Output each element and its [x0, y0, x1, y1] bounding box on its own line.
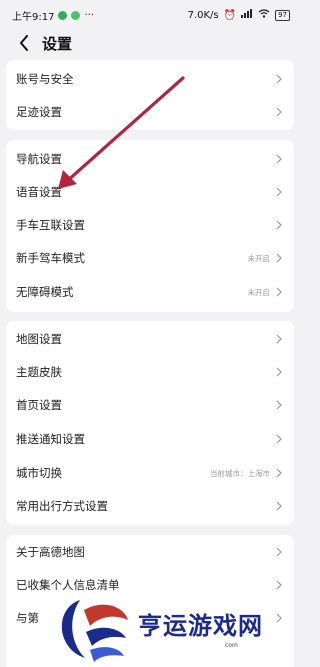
chevron-right-icon	[274, 219, 284, 231]
settings-row-map[interactable]: 地图设置	[6, 322, 294, 356]
row-label: 与第	[16, 611, 39, 625]
row-label: 首页设置	[16, 398, 62, 412]
chevron-right-icon	[274, 186, 284, 198]
settings-group-account: 账号与安全 足迹设置	[6, 60, 294, 130]
row-label: 常用出行方式设置	[16, 499, 108, 513]
chevron-right-icon	[274, 579, 284, 591]
settings-row-accessibility[interactable]: 无障碍模式 未开启	[6, 275, 294, 309]
settings-row-theme[interactable]: 主题皮肤	[6, 355, 294, 389]
settings-row-personal-info[interactable]: 已收集个人信息清单	[6, 568, 294, 602]
alarm-icon: ⏰	[223, 9, 237, 21]
settings-row-car-link[interactable]: 手车互联设置	[6, 208, 294, 242]
page-title: 设置	[42, 34, 73, 53]
wechat-notification-icon	[71, 10, 81, 20]
chevron-right-icon	[274, 252, 284, 264]
chevron-right-icon	[274, 467, 284, 479]
row-label: 新手驾车模式	[16, 251, 85, 265]
settings-group-about: 关于高德地图 已收集个人信息清单 与第	[6, 535, 294, 667]
chevron-right-icon	[274, 73, 284, 85]
chevron-left-icon	[20, 35, 28, 51]
row-label: 推送通知设置	[16, 432, 85, 446]
back-button[interactable]	[14, 33, 34, 53]
row-label: 关于高德地图	[16, 545, 85, 559]
settings-row-homepage[interactable]: 首页设置	[6, 388, 294, 422]
row-label: 主题皮肤	[16, 365, 62, 379]
row-value: 未开启	[247, 253, 271, 263]
chevron-right-icon	[274, 153, 284, 165]
settings-row-push[interactable]: 推送通知设置	[6, 422, 294, 456]
more-dots-icon: ···	[84, 9, 95, 21]
row-label: 账号与安全	[16, 72, 74, 86]
row-label: 城市切换	[16, 466, 62, 480]
settings-group-map: 地图设置 主题皮肤 首页设置 推送通知设置 城市切换 当前城市：上海市 常用出行…	[6, 321, 294, 525]
chevron-right-icon	[274, 500, 284, 512]
row-label: 已收集个人信息清单	[16, 578, 120, 592]
settings-row-travel-mode[interactable]: 常用出行方式设置	[6, 489, 294, 523]
network-speed: 7.0K/s	[187, 9, 219, 21]
row-label: 足迹设置	[16, 105, 62, 119]
chevron-right-icon	[274, 546, 284, 558]
settings-row-novice-driving[interactable]: 新手驾车模式 未开启	[6, 241, 294, 275]
row-label: 地图设置	[16, 332, 62, 346]
row-label: 手车互联设置	[16, 218, 85, 232]
settings-row-navigation[interactable]: 导航设置	[6, 142, 294, 176]
wifi-icon	[258, 9, 270, 21]
chevron-right-icon	[274, 399, 284, 411]
settings-row-third-party[interactable]: 与第	[6, 601, 294, 635]
settings-row-about[interactable]: 关于高德地图	[6, 535, 294, 569]
settings-row-city[interactable]: 城市切换 当前城市：上海市	[6, 456, 294, 490]
row-value: 当前城市：上海市	[210, 468, 270, 478]
row-value: 未开启	[247, 287, 271, 297]
chevron-right-icon	[274, 612, 284, 624]
settings-group-navigation: 导航设置 语音设置 手车互联设置 新手驾车模式 未开启 无障碍模式 未开启	[6, 140, 294, 312]
page-header: 设置	[0, 30, 300, 56]
battery-icon: 97	[275, 9, 290, 21]
status-time: 上午9:17	[12, 11, 55, 23]
chevron-right-icon	[274, 366, 284, 378]
settings-row-account-security[interactable]: 账号与安全	[6, 62, 294, 96]
row-label: 无障碍模式	[16, 285, 74, 299]
row-label: 导航设置	[16, 152, 62, 166]
chevron-right-icon	[274, 106, 284, 118]
settings-row-voice[interactable]: 语音设置	[6, 175, 294, 209]
chevron-right-icon	[274, 333, 284, 345]
app-notification-icon	[58, 10, 68, 20]
row-label: 语音设置	[16, 185, 62, 199]
chevron-right-icon	[274, 286, 284, 298]
chevron-right-icon	[274, 433, 284, 445]
signal-icon	[241, 9, 253, 21]
status-bar: 上午9:17 ··· 7.0K/s ⏰ 97	[0, 0, 300, 30]
settings-row-footprint[interactable]: 足迹设置	[6, 95, 294, 129]
